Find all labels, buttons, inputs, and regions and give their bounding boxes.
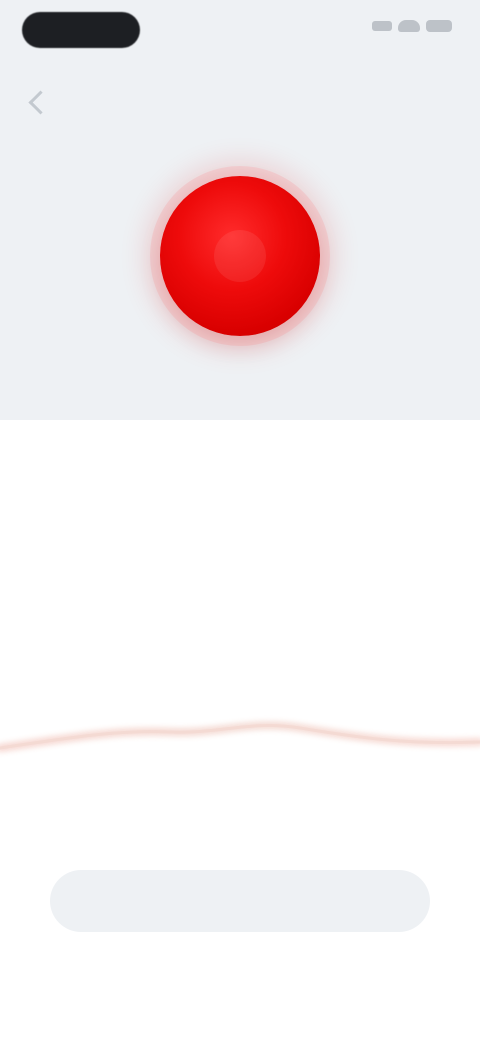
signal-icon bbox=[372, 21, 392, 31]
status-time-pill bbox=[22, 12, 140, 48]
header bbox=[0, 72, 480, 124]
status-icons bbox=[372, 20, 452, 32]
back-button[interactable] bbox=[18, 80, 58, 120]
recording-screen bbox=[0, 0, 480, 1040]
status-bar bbox=[0, 0, 480, 60]
chevron-left-icon bbox=[28, 90, 53, 115]
wifi-icon bbox=[398, 20, 420, 32]
bottom-action-button[interactable] bbox=[50, 870, 430, 932]
record-icon bbox=[214, 230, 266, 282]
record-control bbox=[160, 176, 320, 336]
battery-icon bbox=[426, 20, 452, 32]
audio-waveform bbox=[0, 721, 480, 752]
record-button[interactable] bbox=[160, 176, 320, 336]
